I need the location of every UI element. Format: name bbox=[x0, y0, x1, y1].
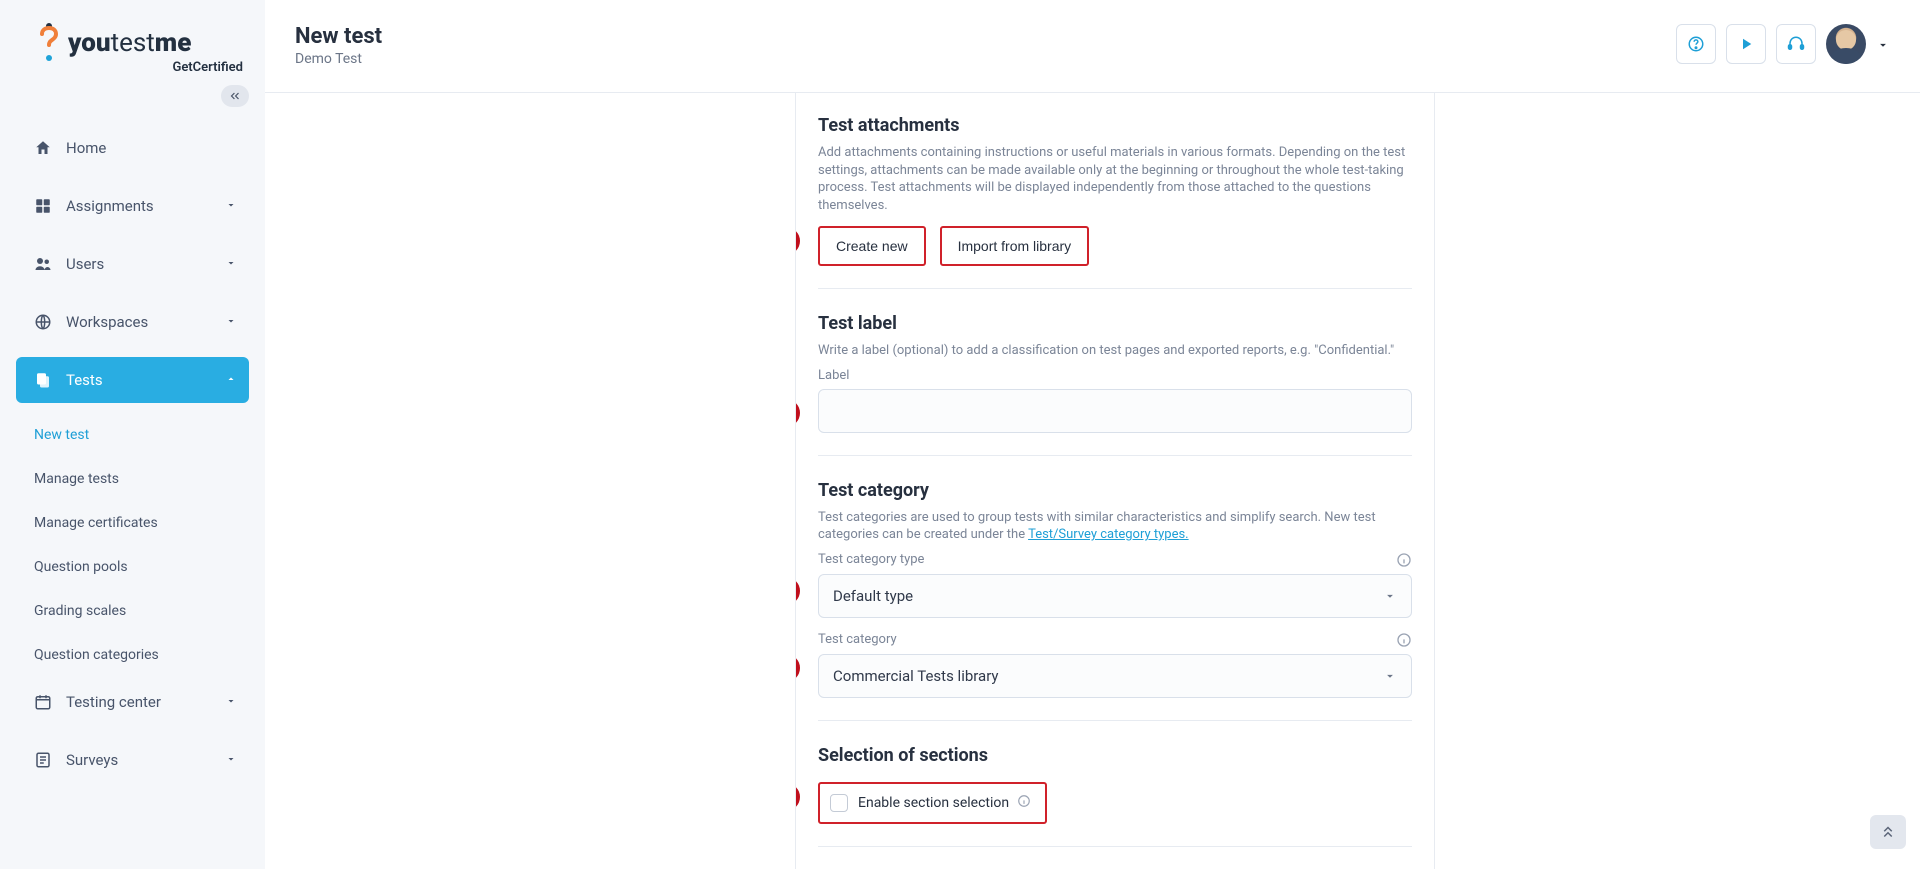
field-label: Test category type bbox=[818, 552, 1412, 568]
label-input[interactable] bbox=[818, 389, 1412, 433]
page-header: New test Demo Test bbox=[265, 0, 1920, 92]
tests-icon bbox=[34, 371, 52, 389]
sidebar-collapse-button[interactable] bbox=[221, 85, 249, 107]
sidebar-item-label: Home bbox=[66, 139, 106, 157]
sidebar-item-surveys[interactable]: Surveys bbox=[16, 737, 249, 783]
sidebar-item-home[interactable]: Home bbox=[16, 125, 249, 171]
page-title: New test bbox=[295, 24, 382, 49]
page-subtitle: Demo Test bbox=[295, 51, 382, 67]
header-actions bbox=[1676, 24, 1890, 64]
help-button[interactable] bbox=[1676, 24, 1716, 64]
category-select[interactable]: Commercial Tests library bbox=[818, 654, 1412, 698]
logo-subtext: GetCertified bbox=[36, 60, 243, 75]
home-icon bbox=[34, 139, 52, 157]
sidebar-item-label: Users bbox=[66, 255, 104, 273]
info-icon[interactable] bbox=[1017, 794, 1031, 812]
section-category: Test category Test categories are used t… bbox=[818, 474, 1412, 721]
sidebar-item-label: Workspaces bbox=[66, 313, 148, 331]
header-titles: New test Demo Test bbox=[295, 24, 382, 67]
logo-text: youtestme bbox=[68, 28, 191, 58]
users-icon bbox=[34, 255, 52, 273]
content-area: Test attachments Add attachments contain… bbox=[265, 92, 1920, 869]
chevron-down-icon bbox=[1383, 589, 1397, 603]
surveys-icon bbox=[34, 751, 52, 769]
annotation-bubble: 9 bbox=[795, 577, 800, 605]
sidebar-item-testing-center[interactable]: Testing center bbox=[16, 679, 249, 725]
logo-mark-icon bbox=[36, 22, 62, 64]
sidebar-nav: Home Assignments Users Workspaces bbox=[0, 125, 265, 783]
section-description: Test categories are used to group tests … bbox=[818, 509, 1412, 544]
section-title: Test label bbox=[818, 313, 1412, 334]
checkbox-label: Enable section selection bbox=[858, 794, 1031, 812]
assignments-icon bbox=[34, 197, 52, 215]
form-card: Test attachments Add attachments contain… bbox=[795, 93, 1435, 869]
enable-section-selection-row: Enable section selection bbox=[818, 782, 1047, 824]
chevron-down-icon bbox=[225, 197, 237, 215]
sidebar: youtestme GetCertified Home Assignments bbox=[0, 0, 265, 869]
section-description: Write a label (optional) to add a classi… bbox=[818, 342, 1412, 360]
chevron-down-icon bbox=[1383, 669, 1397, 683]
category-types-link[interactable]: Test/Survey category types. bbox=[1028, 527, 1189, 542]
import-from-library-button[interactable]: Import from library bbox=[940, 226, 1090, 266]
info-icon[interactable] bbox=[1396, 632, 1412, 648]
sidebar-item-label: Tests bbox=[66, 371, 103, 389]
section-description: Add attachments containing instructions … bbox=[818, 144, 1412, 214]
brand-logo[interactable]: youtestme GetCertified bbox=[0, 16, 265, 85]
support-button[interactable] bbox=[1776, 24, 1816, 64]
scroll-to-top-button[interactable] bbox=[1870, 815, 1906, 849]
chevron-up-icon bbox=[225, 371, 237, 389]
sidebar-sub-new-test[interactable]: New test bbox=[16, 415, 249, 455]
sidebar-sub-manage-certificates[interactable]: Manage certificates bbox=[16, 503, 249, 543]
sidebar-item-label: Surveys bbox=[66, 751, 118, 769]
info-icon[interactable] bbox=[1396, 552, 1412, 568]
section-title: Test attachments bbox=[818, 115, 1412, 136]
sidebar-sub-grading-scales[interactable]: Grading scales bbox=[16, 591, 249, 631]
sidebar-item-workspaces[interactable]: Workspaces bbox=[16, 299, 249, 345]
sidebar-sub-manage-tests[interactable]: Manage tests bbox=[16, 459, 249, 499]
sidebar-sub-question-categories[interactable]: Question categories bbox=[16, 635, 249, 675]
sidebar-item-assignments[interactable]: Assignments bbox=[16, 183, 249, 229]
section-title: Selection of sections bbox=[818, 745, 1412, 766]
calendar-icon bbox=[34, 693, 52, 711]
globe-icon bbox=[34, 313, 52, 331]
sidebar-item-tests[interactable]: Tests bbox=[16, 357, 249, 403]
field-label: Label bbox=[818, 368, 1412, 383]
annotation-bubble: 10 bbox=[795, 654, 800, 682]
enable-section-selection-checkbox[interactable] bbox=[830, 794, 848, 812]
annotation-bubble: 8 bbox=[795, 399, 800, 427]
chevron-down-icon bbox=[225, 751, 237, 769]
annotation-bubble: 11 bbox=[795, 783, 800, 811]
create-new-button[interactable]: Create new bbox=[818, 226, 926, 266]
play-button[interactable] bbox=[1726, 24, 1766, 64]
category-type-select[interactable]: Default type bbox=[818, 574, 1412, 618]
user-avatar[interactable] bbox=[1826, 24, 1866, 64]
chevron-down-icon[interactable] bbox=[1876, 37, 1890, 51]
section-label: Test label Write a label (optional) to a… bbox=[818, 307, 1412, 456]
field-label: Test category bbox=[818, 632, 1412, 648]
annotation-bubble: 7 bbox=[795, 227, 800, 255]
sidebar-item-label: Assignments bbox=[66, 197, 154, 215]
chevron-down-icon bbox=[225, 313, 237, 331]
section-title: Test category bbox=[818, 480, 1412, 501]
section-attachments: Test attachments Add attachments contain… bbox=[818, 109, 1412, 289]
chevron-down-icon bbox=[225, 255, 237, 273]
sidebar-item-users[interactable]: Users bbox=[16, 241, 249, 287]
sidebar-item-label: Testing center bbox=[66, 693, 161, 711]
chevron-down-icon bbox=[225, 693, 237, 711]
section-selection: Selection of sections Enable section sel… bbox=[818, 739, 1412, 847]
sidebar-sub-question-pools[interactable]: Question pools bbox=[16, 547, 249, 587]
